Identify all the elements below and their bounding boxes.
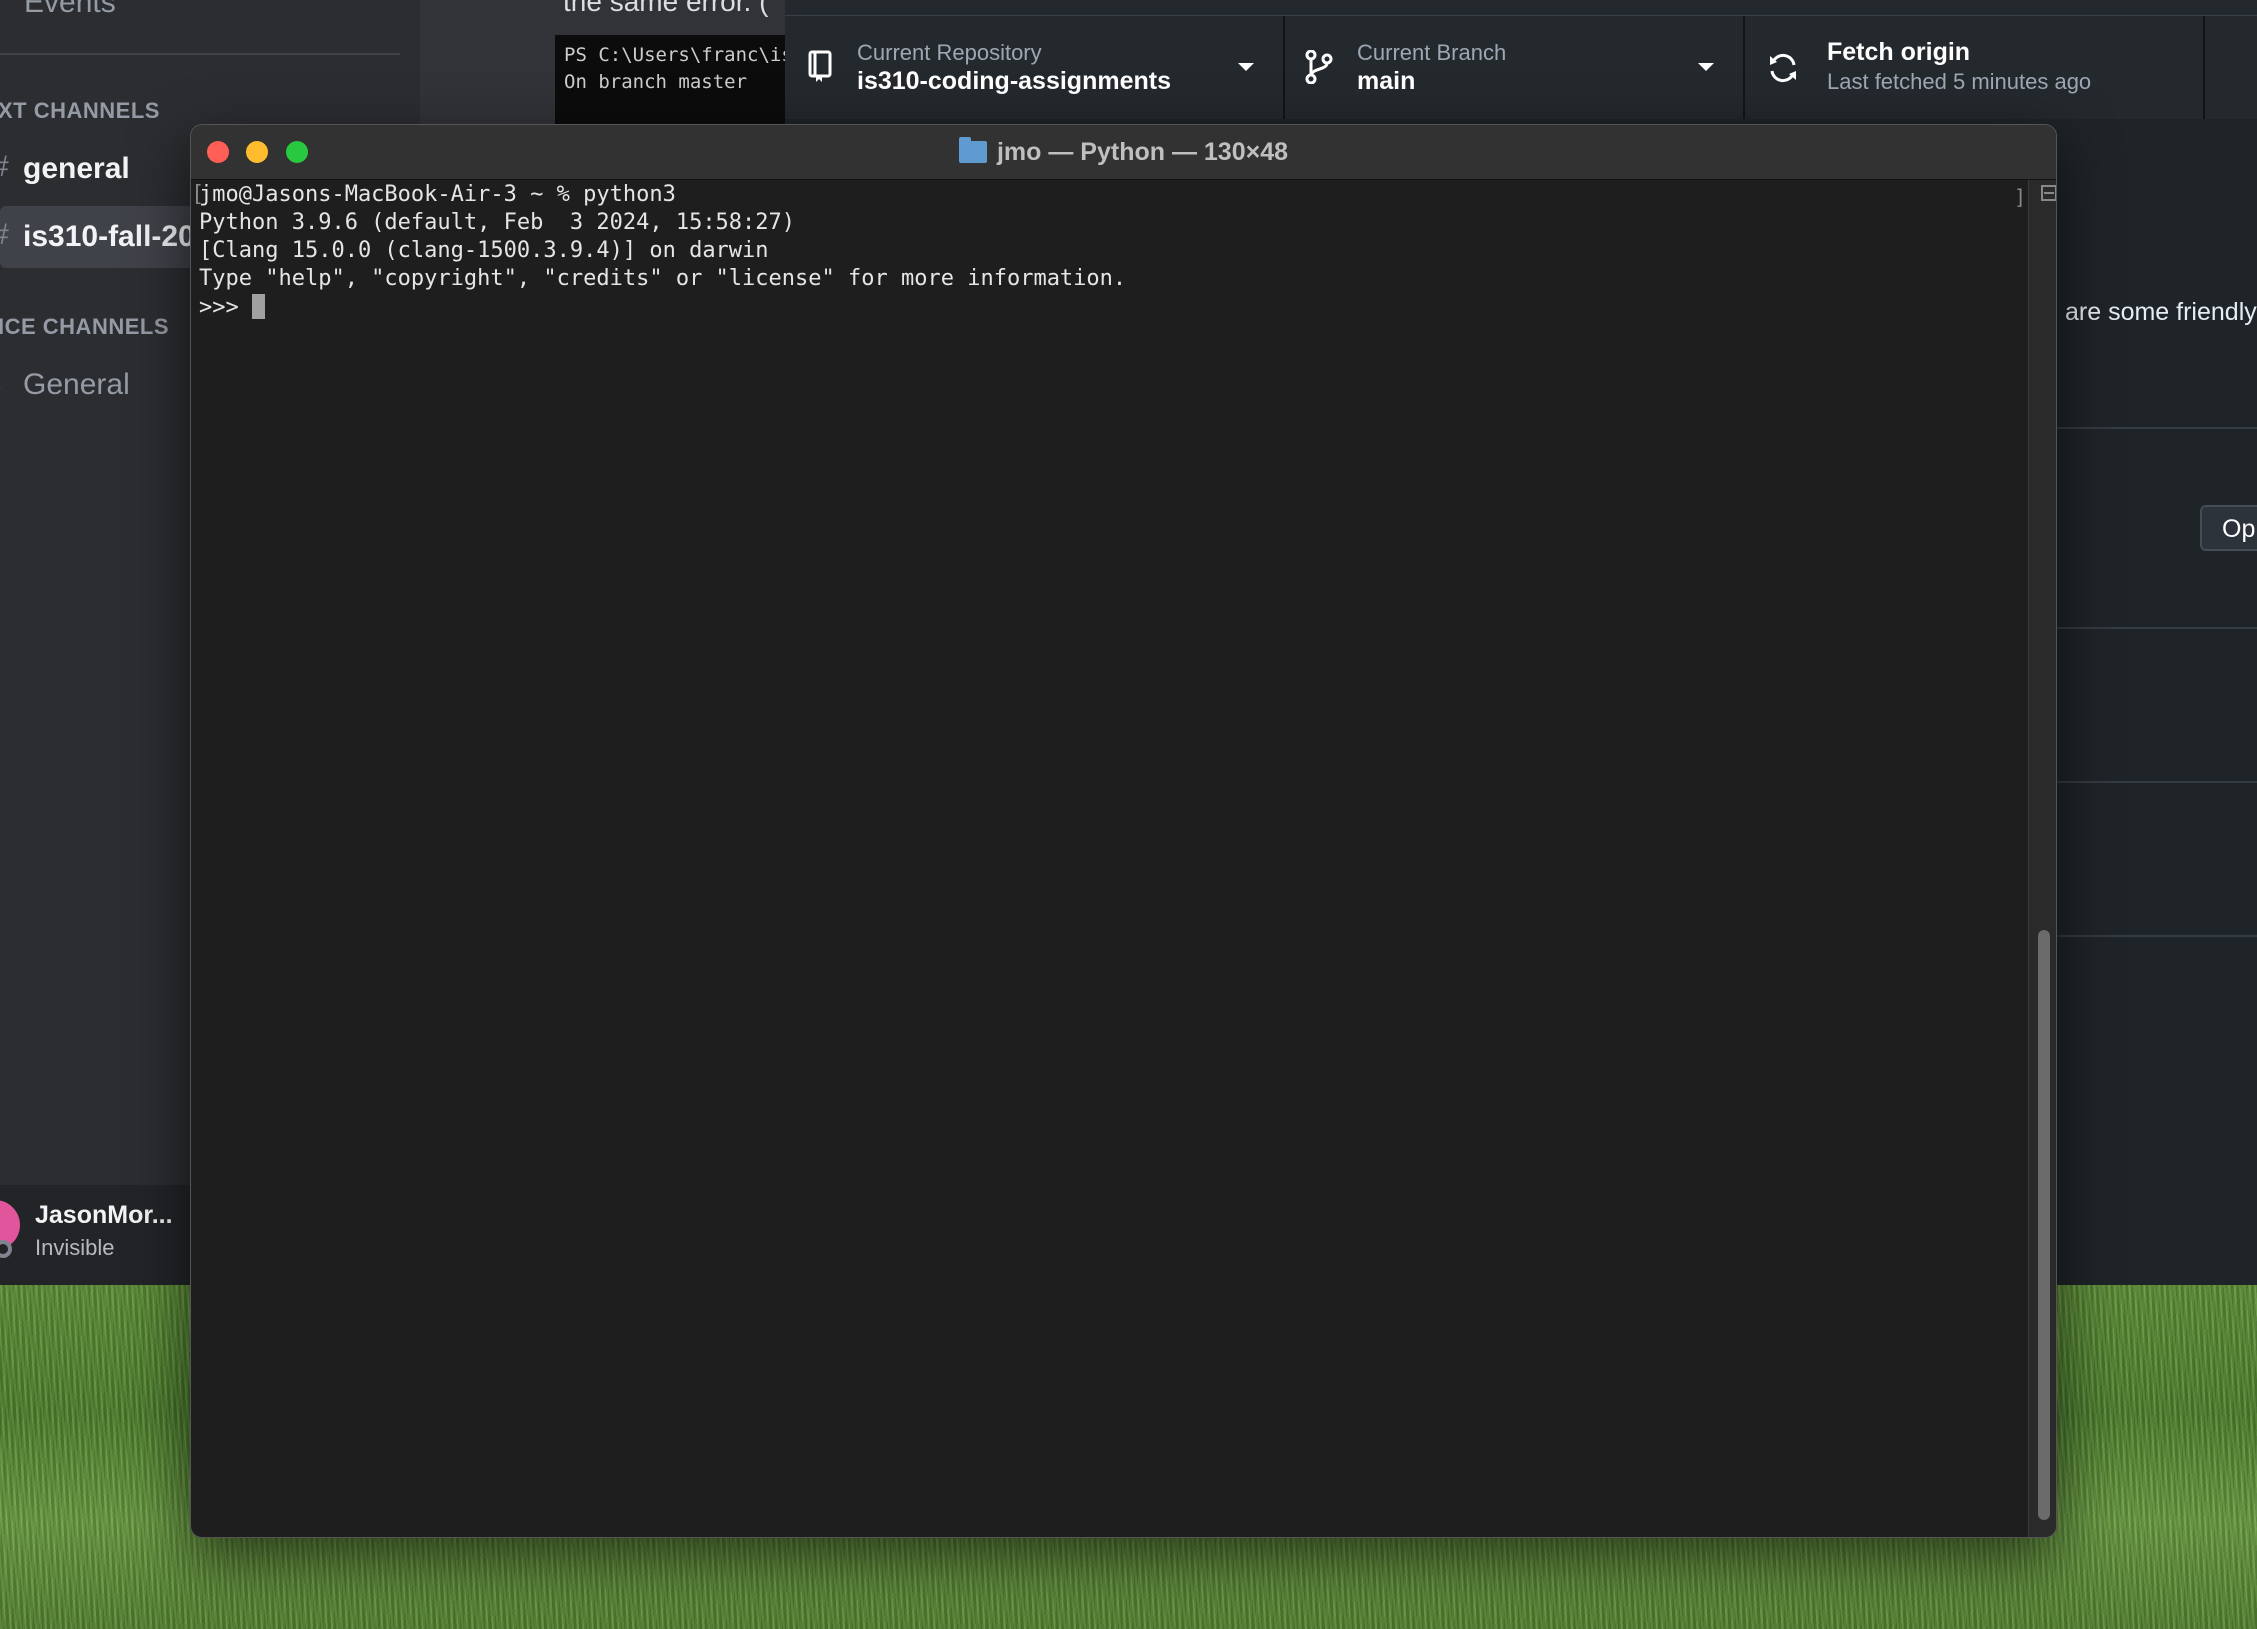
terminal-line: [Clang 15.0.0 (clang-1500.3.9.4)] on dar…	[199, 238, 769, 263]
repository-label: Current Repository	[857, 40, 1042, 65]
terminal-line: Type "help", "copyright", "credits" or "…	[199, 266, 1127, 291]
section-divider	[2055, 935, 2257, 937]
branch-icon	[1305, 50, 1333, 84]
code-line: PS C:\Users\franc\is	[564, 44, 793, 66]
events-item[interactable]: Events	[24, 0, 116, 20]
github-toolbar: Current Repository is310-coding-assignme…	[785, 15, 2257, 120]
channel-general[interactable]: general	[23, 152, 130, 186]
voice-channels-category[interactable]: ICE CHANNELS	[0, 314, 169, 340]
status-icon	[0, 1240, 12, 1258]
split-pane-icon[interactable]	[2041, 185, 2056, 201]
message-text: the same error. (	[563, 0, 769, 17]
repository-selector[interactable]: Current Repository is310-coding-assignme…	[785, 16, 1283, 119]
fetch-origin-button[interactable]: Fetch origin Last fetched 5 minutes ago	[1745, 16, 2203, 119]
terminal-output[interactable]: [ jmo@Jasons-MacBook-Air-3 ~ % python3 P…	[191, 180, 2028, 1537]
terminal-line: Python 3.9.6 (default, Feb 3 2024, 15:58…	[199, 210, 796, 235]
section-divider	[2055, 627, 2257, 629]
section-divider	[2055, 781, 2257, 783]
fetch-subtitle: Last fetched 5 minutes ago	[1827, 69, 2092, 94]
open-button[interactable]: Op	[2200, 505, 2257, 551]
chevron-down-icon	[1698, 63, 1714, 71]
terminal-line: jmo@Jasons-MacBook-Air-3 ~ % python3	[199, 182, 676, 207]
toolbar-divider	[2203, 16, 2205, 119]
user-status: Invisible	[35, 1235, 115, 1260]
folder-icon	[958, 137, 987, 163]
branch-label: Current Branch	[1357, 40, 1507, 65]
chevron-down-icon	[1238, 63, 1254, 71]
code-line: On branch master	[564, 71, 748, 93]
repository-name: is310-coding-assignments	[857, 67, 1171, 95]
username[interactable]: JasonMor...	[35, 1201, 173, 1230]
text-channels-category[interactable]: XT CHANNELS	[0, 98, 160, 124]
scrollbar[interactable]	[2028, 180, 2056, 1537]
branch-selector[interactable]: Current Branch main	[1285, 16, 1743, 119]
suggestion-text: are some friendly	[2065, 298, 2257, 326]
code-block: PS C:\Users\franc\is On branch master	[555, 35, 800, 130]
scrollbar-thumb[interactable]	[2038, 930, 2050, 1520]
terminal-prompt: >>>	[199, 294, 265, 320]
terminal-window: jmo — Python — 130×48 [ jmo@Jasons-MacBo…	[190, 124, 2057, 1538]
repo-icon	[808, 50, 832, 82]
sidebar-divider	[0, 53, 400, 55]
terminal-titlebar[interactable]: jmo — Python — 130×48	[191, 125, 2056, 180]
terminal-bracket-right: ]	[2014, 185, 2027, 209]
section-divider	[2055, 427, 2257, 429]
hash-icon: #	[0, 218, 9, 252]
sync-icon	[1770, 53, 1796, 83]
hash-icon: #	[0, 150, 9, 184]
channel-is310-fall[interactable]: is310-fall-20	[23, 220, 195, 254]
branch-name: main	[1357, 67, 1416, 95]
voice-channel-general[interactable]: General	[23, 368, 130, 402]
prompt-text: >>>	[199, 295, 252, 320]
text-cursor	[251, 294, 265, 319]
speaker-icon: ◐	[0, 366, 7, 398]
window-title: jmo — Python — 130×48	[191, 125, 2056, 179]
fetch-title: Fetch origin	[1827, 38, 1971, 66]
window-title-text: jmo — Python — 130×48	[996, 138, 1289, 166]
